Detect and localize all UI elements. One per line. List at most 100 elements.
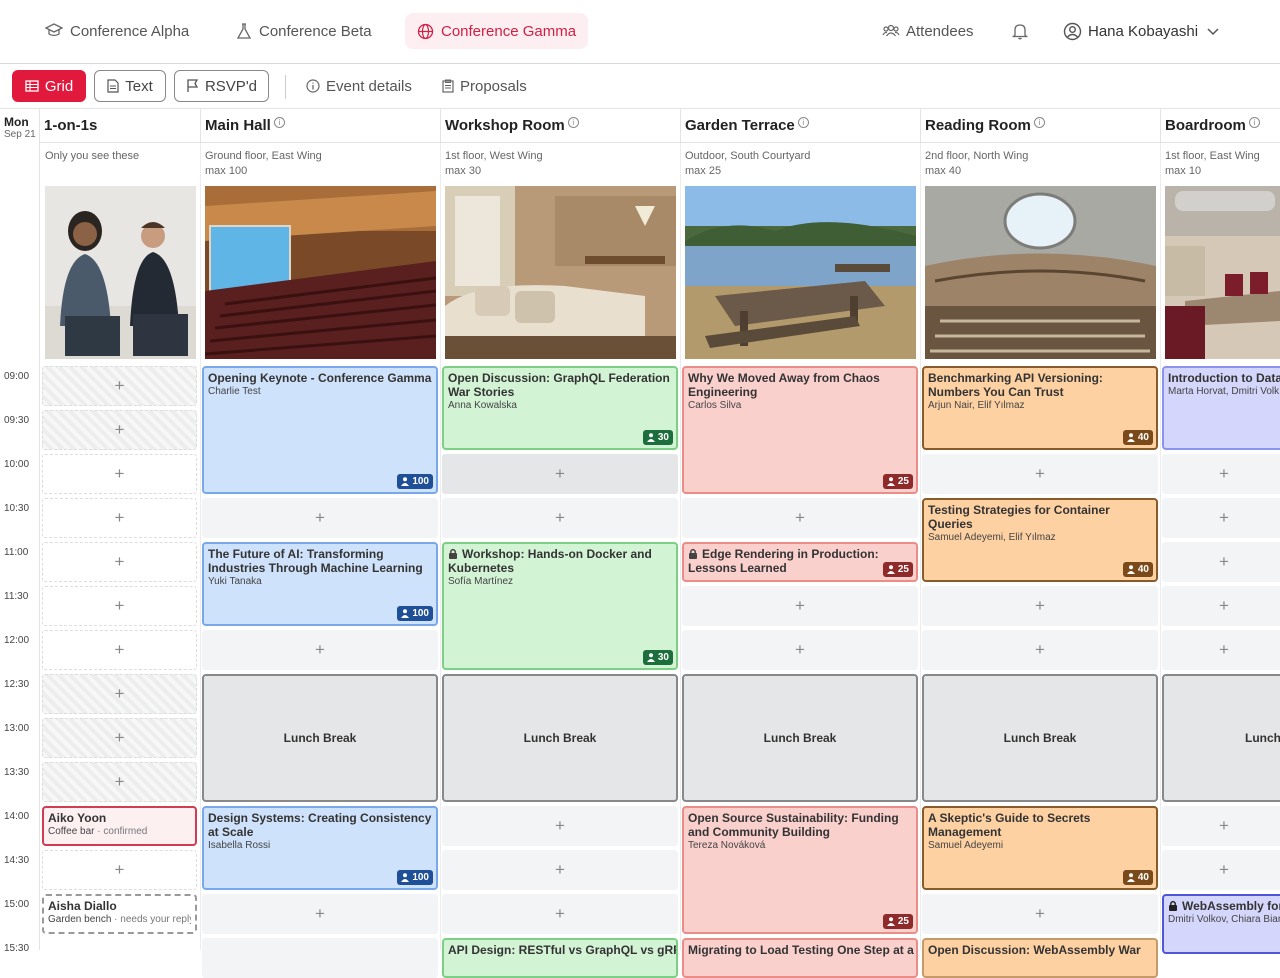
capacity-value: 100 xyxy=(412,608,429,619)
info-icon[interactable]: i xyxy=(1248,117,1260,128)
event-details-link[interactable]: Event details xyxy=(306,70,412,102)
add-meeting-slot[interactable]: + xyxy=(42,454,197,494)
add-session-slot[interactable]: + xyxy=(682,498,918,538)
lunch-break-card[interactable]: Lunch xyxy=(1162,674,1280,802)
tab-conference-alpha[interactable]: Conference Alpha xyxy=(35,13,199,49)
add-meeting-slot[interactable]: + xyxy=(42,410,197,450)
session-card[interactable]: Why We Moved Away from Chaos Engineering… xyxy=(682,366,918,494)
add-session-slot[interactable]: + xyxy=(1162,806,1280,846)
session-card[interactable]: Design Systems: Creating Consistency at … xyxy=(202,806,438,890)
info-icon[interactable]: i xyxy=(273,117,285,128)
column-location: Outdoor, South Courtyard xyxy=(685,150,811,162)
session-title: Open Discussion: GraphQL Federation War … xyxy=(448,371,670,399)
info-icon[interactable]: i xyxy=(1033,117,1045,128)
capacity-value: 100 xyxy=(412,476,429,487)
add-meeting-slot[interactable]: + xyxy=(42,850,197,890)
session-card[interactable]: Opening Keynote - Conference Gamma Charl… xyxy=(202,366,438,494)
session-card[interactable]: Edge Rendering in Production: Lessons Le… xyxy=(682,542,918,582)
session-card[interactable]: API Design: RESTful vs GraphQL vs gRPC xyxy=(442,938,678,978)
session-title: A Skeptic's Guide to Secrets Management xyxy=(928,811,1091,839)
capacity-badge: 40 xyxy=(1122,562,1153,577)
session-speakers: Samuel Adeyemi, Elif Yılmaz xyxy=(928,532,1056,543)
session-card[interactable]: Benchmarking API Versioning: Numbers You… xyxy=(922,366,1158,450)
text-label: Text xyxy=(125,77,153,95)
user-menu[interactable]: Hana Kobayashi xyxy=(1063,13,1226,49)
add-session-slot[interactable]: + xyxy=(1162,586,1280,626)
chevron-down-icon xyxy=(1207,28,1219,36)
info-icon[interactable]: i xyxy=(797,117,809,128)
add-meeting-slot[interactable]: + xyxy=(42,630,197,670)
lunch-break-card[interactable]: Lunch Break xyxy=(442,674,678,802)
session-card[interactable]: Testing Strategies for Container Queries… xyxy=(922,498,1158,582)
session-card[interactable]: Introduction to Datab Marta Horvat, Dmit… xyxy=(1162,366,1280,450)
lunch-break-label: Lunch Break xyxy=(283,731,357,745)
person-icon xyxy=(1126,873,1135,882)
session-title: Open Source Sustainability: Funding and … xyxy=(688,811,899,839)
add-meeting-slot[interactable]: + xyxy=(42,674,197,714)
session-title: Testing Strategies for Container Queries xyxy=(928,503,1110,531)
add-session-slot[interactable]: + xyxy=(1162,630,1280,670)
add-session-slot[interactable]: + xyxy=(202,498,438,538)
add-session-slot[interactable]: + xyxy=(202,630,438,670)
column-header-main-hall[interactable]: Main Hall i xyxy=(201,109,441,143)
add-session-slot[interactable]: + xyxy=(1162,498,1280,538)
add-session-slot[interactable] xyxy=(202,938,438,978)
session-card[interactable]: Workshop: Hands-on Docker and Kubernetes… xyxy=(442,542,678,670)
lunch-break-card[interactable]: Lunch Break xyxy=(922,674,1158,802)
lunch-break-card[interactable]: Lunch Break xyxy=(682,674,918,802)
column-header-boardroom[interactable]: Boardroom i xyxy=(1161,109,1280,143)
proposals-link[interactable]: Proposals xyxy=(442,70,527,102)
add-meeting-slot[interactable]: + xyxy=(42,542,197,582)
add-session-slot[interactable]: + xyxy=(442,806,678,846)
add-session-slot[interactable]: + xyxy=(922,454,1158,494)
attendees-link[interactable]: Attendees xyxy=(882,13,974,49)
column-divider xyxy=(440,143,441,950)
add-session-slot[interactable]: + xyxy=(1162,454,1280,494)
add-session-slot[interactable]: + xyxy=(442,454,678,494)
person-icon xyxy=(886,917,895,926)
add-session-slot[interactable]: + xyxy=(922,630,1158,670)
session-card[interactable]: Open Discussion: GraphQL Federation War … xyxy=(442,366,678,450)
text-view-button[interactable]: Text xyxy=(94,70,166,102)
add-session-slot[interactable]: + xyxy=(442,850,678,890)
lunch-break-card[interactable]: Lunch Break xyxy=(202,674,438,802)
time-label: 12:00 xyxy=(4,635,30,646)
tab-conference-beta[interactable]: Conference Beta xyxy=(226,13,382,49)
notifications-button[interactable] xyxy=(1012,13,1034,49)
meeting-card[interactable]: Aiko Yoon Coffee bar · confirmed xyxy=(42,806,197,846)
add-session-slot[interactable]: + xyxy=(1162,542,1280,582)
add-session-slot[interactable]: + xyxy=(682,586,918,626)
add-session-slot[interactable]: + xyxy=(442,894,678,934)
add-session-slot[interactable]: + xyxy=(922,586,1158,626)
add-session-slot[interactable]: + xyxy=(442,498,678,538)
add-meeting-slot[interactable]: + xyxy=(42,366,197,406)
add-meeting-slot[interactable]: + xyxy=(42,586,197,626)
add-meeting-slot[interactable]: + xyxy=(42,498,197,538)
session-card[interactable]: WebAssembly for Dmitri Volkov, Chiara Bi… xyxy=(1162,894,1280,954)
capacity-badge: 25 xyxy=(882,562,913,577)
add-session-slot[interactable]: + xyxy=(1162,850,1280,890)
grid-icon xyxy=(25,80,39,92)
add-session-slot[interactable]: + xyxy=(202,894,438,934)
session-card[interactable]: A Skeptic's Guide to Secrets Management … xyxy=(922,806,1158,890)
tab-label: Conference Gamma xyxy=(441,22,577,40)
meeting-card[interactable]: Aisha Diallo Garden bench · needs your r… xyxy=(42,894,197,934)
add-session-slot[interactable]: + xyxy=(682,630,918,670)
column-header-workshop-room[interactable]: Workshop Room i xyxy=(441,109,681,143)
grid-view-button[interactable]: Grid xyxy=(12,70,86,102)
session-card[interactable]: Open Source Sustainability: Funding and … xyxy=(682,806,918,934)
session-speakers: Tereza Nováková xyxy=(688,840,766,851)
column-header-garden-terrace[interactable]: Garden Terrace i xyxy=(681,109,921,143)
column-header-reading-room[interactable]: Reading Room i xyxy=(921,109,1161,143)
column-divider xyxy=(1160,143,1161,950)
add-meeting-slot[interactable]: + xyxy=(42,718,197,758)
time-label: 14:30 xyxy=(4,855,30,866)
session-card[interactable]: The Future of AI: Transforming Industrie… xyxy=(202,542,438,626)
session-card[interactable]: Migrating to Load Testing One Step at a xyxy=(682,938,918,978)
session-card[interactable]: Open Discussion: WebAssembly War xyxy=(922,938,1158,978)
rsvp-filter-button[interactable]: RSVP'd xyxy=(174,70,269,102)
add-session-slot[interactable]: + xyxy=(922,894,1158,934)
add-meeting-slot[interactable]: + xyxy=(42,762,197,802)
tab-conference-gamma[interactable]: Conference Gamma xyxy=(405,13,589,49)
info-icon[interactable]: i xyxy=(567,117,579,128)
